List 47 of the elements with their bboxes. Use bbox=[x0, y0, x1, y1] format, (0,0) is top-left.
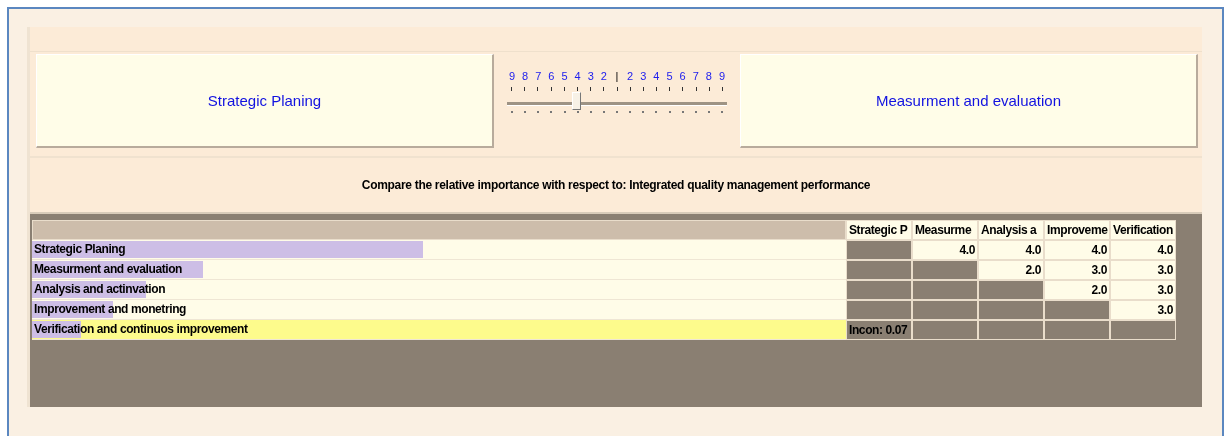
table-cell[interactable]: 4.0 bbox=[1044, 240, 1110, 260]
row-label: Strategic Planing bbox=[33, 242, 126, 256]
scale-label: 7 bbox=[691, 70, 700, 82]
row-label: Verification and continuos improvement bbox=[33, 322, 248, 336]
scale-label: 8 bbox=[704, 70, 713, 82]
scale-label: 4 bbox=[652, 70, 661, 82]
scale-label: 8 bbox=[521, 70, 530, 82]
scale-label: 2 bbox=[599, 70, 608, 82]
row-label: Analysis and actinvation bbox=[33, 282, 166, 296]
table-cell[interactable]: 3.0 bbox=[1110, 260, 1176, 280]
row-label: Improvement and monetring bbox=[33, 302, 187, 316]
column-header: Analysis a bbox=[978, 220, 1044, 240]
table-cell[interactable]: 3.0 bbox=[1110, 280, 1176, 300]
scale-label: 7 bbox=[534, 70, 543, 82]
row-name-cell[interactable]: Verification and continuos improvement bbox=[32, 320, 846, 340]
scale-label: | bbox=[614, 70, 620, 82]
column-header: Verification bbox=[1110, 220, 1176, 240]
scale-label: 5 bbox=[560, 70, 569, 82]
scale-label: 6 bbox=[547, 70, 556, 82]
scale-label: 9 bbox=[717, 70, 727, 82]
column-header: Measurme bbox=[912, 220, 978, 240]
column-header: Strategic P bbox=[846, 220, 912, 240]
table-cell[interactable]: 4.0 bbox=[978, 240, 1044, 260]
scale-label: 4 bbox=[573, 70, 582, 82]
prompt-text: Compare the relative importance with respect to: Integrated quality management performance bbox=[30, 156, 1202, 214]
scale-label: 6 bbox=[678, 70, 687, 82]
table-cell[interactable]: 2.0 bbox=[978, 260, 1044, 280]
scale-label: 9 bbox=[507, 70, 517, 82]
scale-label: 3 bbox=[586, 70, 595, 82]
option-button[interactable]: Strategic Planing bbox=[36, 54, 494, 148]
table-cell[interactable]: 4.0 bbox=[912, 240, 978, 260]
table-cell[interactable]: 2.0 bbox=[1044, 280, 1110, 300]
table-cell[interactable]: 3.0 bbox=[1110, 300, 1176, 320]
row-name-cell[interactable]: Improvement and monetring bbox=[32, 300, 846, 320]
scale-label: 5 bbox=[665, 70, 674, 82]
scale-label: 2 bbox=[626, 70, 635, 82]
row-name-cell[interactable]: Strategic Planing bbox=[32, 240, 846, 260]
option-button[interactable]: Measurment and evaluation bbox=[740, 54, 1198, 148]
row-label: Measurment and evaluation bbox=[33, 262, 183, 276]
column-header: Improveme bbox=[1044, 220, 1110, 240]
table-cell[interactable]: 3.0 bbox=[1044, 260, 1110, 280]
row-name-cell[interactable]: Analysis and actinvation bbox=[32, 280, 846, 300]
slider[interactable] bbox=[507, 92, 727, 110]
table-cell[interactable]: 4.0 bbox=[1110, 240, 1176, 260]
row-name-cell[interactable]: Measurment and evaluation bbox=[32, 260, 846, 280]
inconsistency-cell: Incon: 0.07 bbox=[846, 320, 912, 340]
scale-label: 3 bbox=[639, 70, 648, 82]
